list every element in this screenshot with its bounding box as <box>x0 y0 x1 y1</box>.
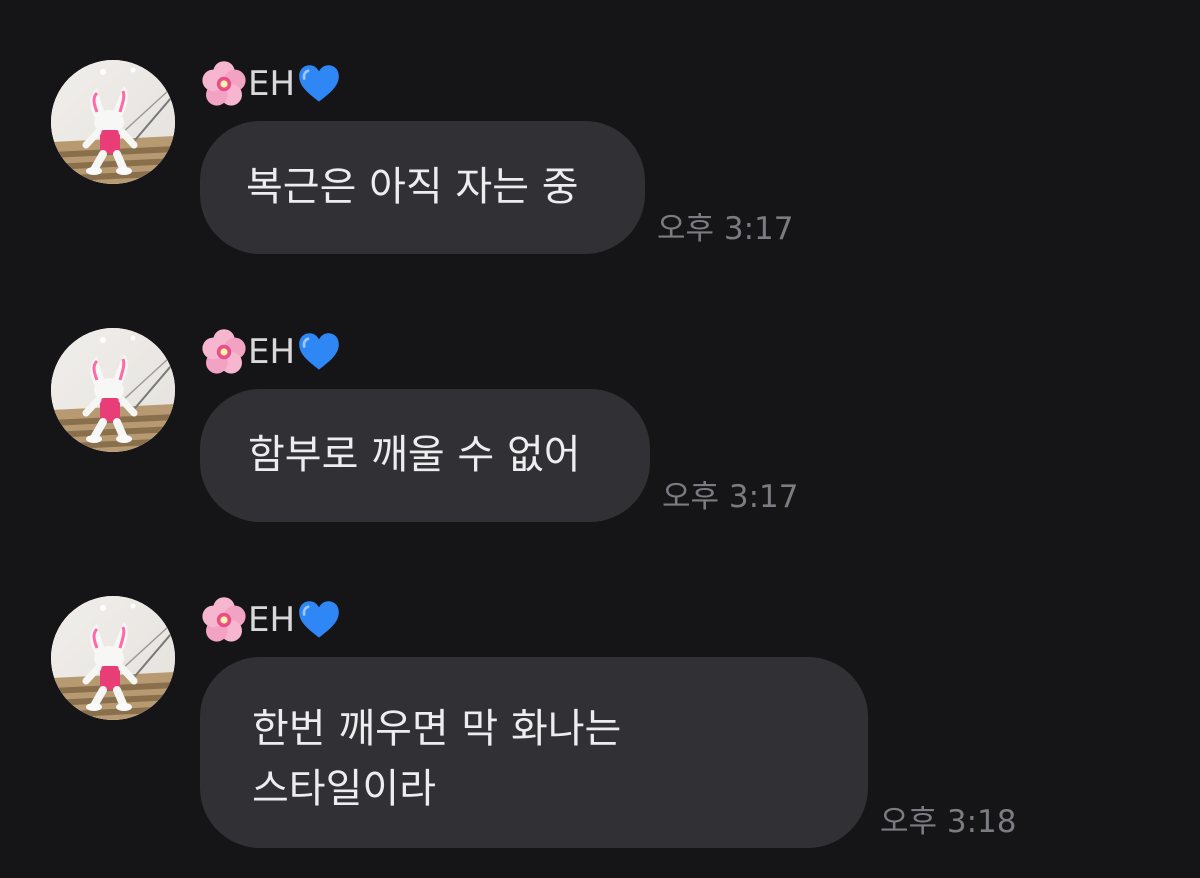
sender-name-row: EH <box>200 596 341 644</box>
sender-avatar[interactable] <box>51 60 175 184</box>
sender-avatar[interactable] <box>51 328 175 452</box>
message-text: 함부로 깨울 수 없어 <box>248 432 581 478</box>
blue-heart-icon <box>297 62 341 106</box>
sender-name-row: EH <box>200 60 341 108</box>
message-bubble[interactable]: 함부로 깨울 수 없어 <box>200 389 650 522</box>
message-text: 복근은 아직 자는 중 <box>246 164 579 210</box>
sender-avatar[interactable] <box>51 596 175 720</box>
cherry-blossom-icon <box>200 596 248 644</box>
message-timestamp: 오후 3:17 <box>662 479 799 515</box>
sender-name: EH <box>248 64 296 104</box>
cherry-blossom-icon <box>200 60 248 108</box>
blue-heart-icon <box>297 330 341 374</box>
message-bubble[interactable]: 한번 깨우면 막 화나는 스타일이라 <box>200 657 868 848</box>
message-timestamp: 오후 3:17 <box>657 211 794 247</box>
sender-name-row: EH <box>200 328 341 376</box>
blue-heart-icon <box>297 598 341 642</box>
message-text-line: 스타일이라 <box>252 766 436 812</box>
rabbit-costume-on-stairs-avatar <box>51 328 175 452</box>
cherry-blossom-icon <box>200 328 248 376</box>
rabbit-costume-on-stairs-avatar <box>51 60 175 184</box>
message-timestamp: 오후 3:18 <box>880 804 1017 840</box>
rabbit-costume-on-stairs-avatar <box>51 596 175 720</box>
message-text-line: 한번 깨우면 막 화나는 <box>252 706 622 752</box>
sender-name: EH <box>248 600 296 640</box>
sender-name: EH <box>248 332 296 372</box>
message-bubble[interactable]: 복근은 아직 자는 중 <box>200 121 645 254</box>
